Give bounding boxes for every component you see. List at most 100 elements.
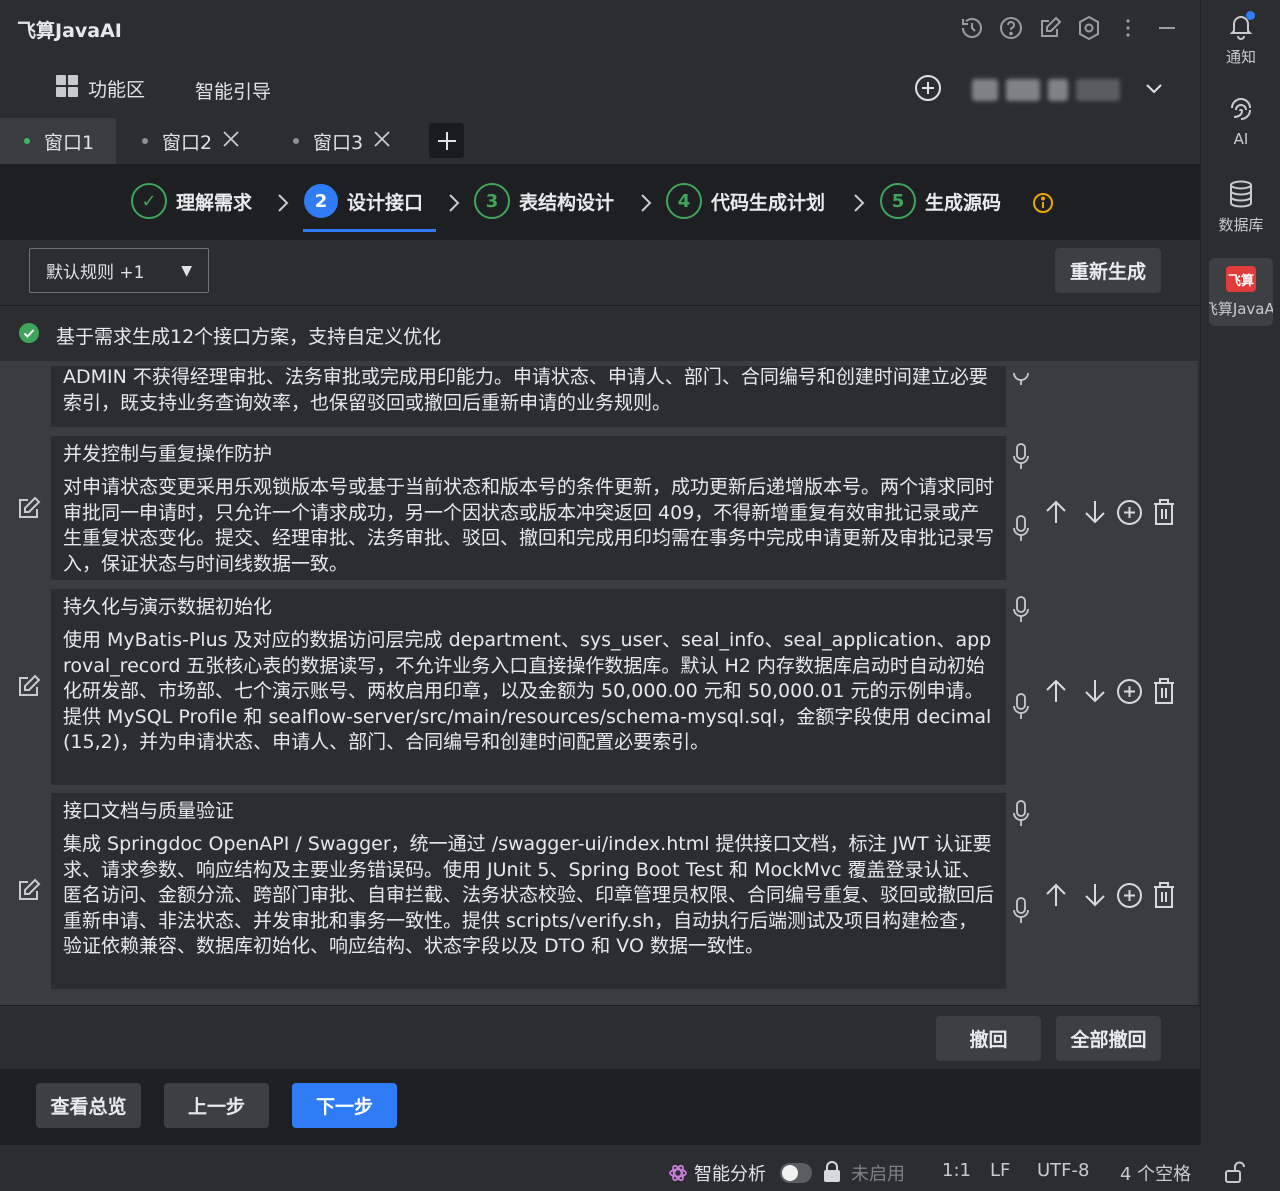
add-item-icon[interactable] bbox=[1116, 678, 1143, 705]
card-title[interactable]: 接口文档与质量验证 bbox=[63, 798, 994, 824]
feisuan-logo: 飞算 bbox=[1226, 266, 1256, 292]
history-icon[interactable] bbox=[958, 14, 986, 42]
success-check-icon bbox=[19, 323, 39, 343]
dot-icon bbox=[293, 138, 299, 144]
tab-bar: 窗口1 窗口2 窗口3 bbox=[0, 118, 1200, 164]
undo-all-button[interactable]: 全部撤回 bbox=[1056, 1016, 1161, 1061]
sidebar-item-ai[interactable]: AI bbox=[1201, 96, 1280, 148]
more-icon[interactable] bbox=[1114, 14, 1142, 42]
settings-icon[interactable] bbox=[1075, 14, 1103, 42]
right-sidebar: 通知 AI 数据库 飞算 飞算JavaAI bbox=[1200, 0, 1280, 1145]
move-up-icon[interactable] bbox=[1044, 499, 1068, 525]
delete-icon[interactable] bbox=[1152, 881, 1176, 909]
rule-select-value: 默认规则 +1 bbox=[46, 263, 145, 283]
sidebar-item-notify[interactable]: 通知 bbox=[1201, 12, 1280, 67]
move-up-icon[interactable] bbox=[1044, 882, 1068, 908]
card-title[interactable]: 并发控制与重复操作防护 bbox=[63, 441, 994, 467]
lock-icon bbox=[824, 1161, 840, 1182]
app-title: 飞算JavaAI bbox=[17, 20, 122, 42]
close-icon[interactable] bbox=[222, 130, 240, 153]
smart-guide-button[interactable]: 智能引导 bbox=[195, 77, 271, 104]
microphone-icon[interactable] bbox=[1011, 692, 1031, 722]
minimize-icon[interactable] bbox=[1153, 14, 1181, 42]
interface-card: 并发控制与重复操作防护 对申请状态变更采用乐观锁版本号或基于当前状态和版本号的条… bbox=[51, 436, 1006, 580]
dropdown-arrow-icon: ▼ bbox=[181, 263, 192, 279]
microphone-icon[interactable] bbox=[1011, 361, 1031, 387]
line-separator[interactable]: LF bbox=[990, 1160, 1010, 1181]
cursor-position[interactable]: 1:1 bbox=[942, 1160, 971, 1181]
step-understand-requirements[interactable]: ✓ 理解需求 bbox=[131, 182, 252, 220]
smart-analysis-icon bbox=[669, 1164, 687, 1182]
close-icon[interactable] bbox=[373, 130, 391, 153]
card-title[interactable]: 持久化与演示数据初始化 bbox=[63, 594, 994, 620]
status-message: 基于需求生成12个接口方案，支持自定义优化 bbox=[56, 326, 442, 348]
delete-icon[interactable] bbox=[1152, 498, 1176, 526]
interface-card: 接口文档与质量验证 集成 Springdoc OpenAPI / Swagger… bbox=[51, 793, 1006, 989]
tab-window-1[interactable]: 窗口1 bbox=[0, 118, 116, 164]
active-dot-icon bbox=[24, 138, 30, 144]
bulk-actions: 撤回 全部撤回 bbox=[0, 1005, 1200, 1069]
card-description[interactable]: 使用 MyBatis-Plus 及对应的数据访问层完成 department、s… bbox=[63, 628, 994, 756]
chevron-down-icon[interactable] bbox=[1143, 78, 1165, 104]
move-down-icon[interactable] bbox=[1083, 882, 1107, 908]
edit-note-icon[interactable] bbox=[1036, 14, 1064, 42]
move-up-icon[interactable] bbox=[1044, 678, 1068, 704]
microphone-icon[interactable] bbox=[1011, 799, 1031, 829]
grid-icon bbox=[56, 75, 78, 102]
edit-icon[interactable] bbox=[17, 878, 41, 902]
step-design-interface[interactable]: 2 设计接口 bbox=[304, 182, 423, 220]
sidebar-item-database[interactable]: 数据库 bbox=[1201, 180, 1280, 235]
smart-analysis-toggle[interactable] bbox=[780, 1163, 812, 1183]
tab-window-2[interactable]: 窗口2 bbox=[142, 118, 240, 164]
notification-badge bbox=[1246, 11, 1255, 20]
disabled-status: 未启用 bbox=[851, 1164, 905, 1185]
previous-step-button[interactable]: 上一步 bbox=[164, 1083, 269, 1128]
sidebar-item-feisuan[interactable]: 飞算 飞算JavaAI bbox=[1209, 258, 1273, 326]
step-label: 设计接口 bbox=[347, 191, 424, 214]
step-code-plan[interactable]: 4 代码生成计划 bbox=[666, 182, 825, 220]
account-selector[interactable] bbox=[972, 74, 1134, 106]
add-circle-icon[interactable] bbox=[914, 74, 942, 106]
step-number: 4 bbox=[666, 183, 702, 219]
card-description: ADMIN 不获得经理审批、法务审批或完成用印能力。申请状态、申请人、部门、合同… bbox=[63, 366, 988, 414]
edit-icon[interactable] bbox=[17, 496, 41, 520]
add-tab-button[interactable] bbox=[429, 123, 464, 158]
edit-icon[interactable] bbox=[17, 674, 41, 698]
microphone-icon[interactable] bbox=[1011, 442, 1031, 472]
file-encoding[interactable]: UTF-8 bbox=[1037, 1160, 1089, 1181]
tab-label: 窗口1 bbox=[44, 131, 95, 154]
move-down-icon[interactable] bbox=[1083, 678, 1107, 704]
chevron-right-icon bbox=[449, 194, 460, 212]
undo-button[interactable]: 撤回 bbox=[936, 1016, 1041, 1061]
delete-icon[interactable] bbox=[1152, 677, 1176, 705]
ai-swirl-icon bbox=[1231, 98, 1251, 120]
step-label: 表结构设计 bbox=[519, 191, 615, 214]
microphone-icon[interactable] bbox=[1011, 896, 1031, 926]
chevron-right-icon bbox=[278, 194, 289, 212]
tab-window-3[interactable]: 窗口3 bbox=[293, 118, 391, 164]
tab-label: 窗口3 bbox=[313, 131, 364, 154]
step-table-design[interactable]: 3 表结构设计 bbox=[474, 182, 614, 220]
next-step-button[interactable]: 下一步 bbox=[292, 1083, 397, 1128]
info-icon[interactable] bbox=[1032, 192, 1054, 214]
step-generate-source[interactable]: 5 生成源码 bbox=[880, 182, 1001, 220]
card-description[interactable]: 集成 Springdoc OpenAPI / Swagger，统一通过 /swa… bbox=[63, 832, 994, 960]
status-bar: 智能分析 未启用 1:1 LF UTF-8 4 个空格 bbox=[0, 1145, 1280, 1191]
microphone-icon[interactable] bbox=[1011, 595, 1031, 625]
active-step-indicator bbox=[303, 229, 436, 232]
microphone-icon[interactable] bbox=[1011, 514, 1031, 544]
overview-button[interactable]: 查看总览 bbox=[36, 1083, 141, 1128]
step-label: 理解需求 bbox=[176, 191, 253, 214]
card-description[interactable]: 对申请状态变更采用乐观锁版本号或基于当前状态和版本号的条件更新，成功更新后递增版… bbox=[63, 475, 994, 577]
rule-select[interactable]: 默认规则 +1 ▼ bbox=[29, 248, 209, 293]
help-icon[interactable] bbox=[997, 14, 1025, 42]
add-item-icon[interactable] bbox=[1116, 499, 1143, 526]
move-down-icon[interactable] bbox=[1083, 499, 1107, 525]
unlock-icon[interactable] bbox=[1225, 1161, 1245, 1183]
regenerate-button[interactable]: 重新生成 bbox=[1055, 248, 1161, 293]
add-item-icon[interactable] bbox=[1116, 882, 1143, 909]
rules-row: 默认规则 +1 ▼ 重新生成 bbox=[0, 240, 1200, 305]
tab-label: 窗口2 bbox=[162, 131, 213, 154]
indent-setting[interactable]: 4 个空格 bbox=[1120, 1160, 1191, 1186]
function-area-button[interactable]: 功能区 bbox=[56, 75, 145, 102]
